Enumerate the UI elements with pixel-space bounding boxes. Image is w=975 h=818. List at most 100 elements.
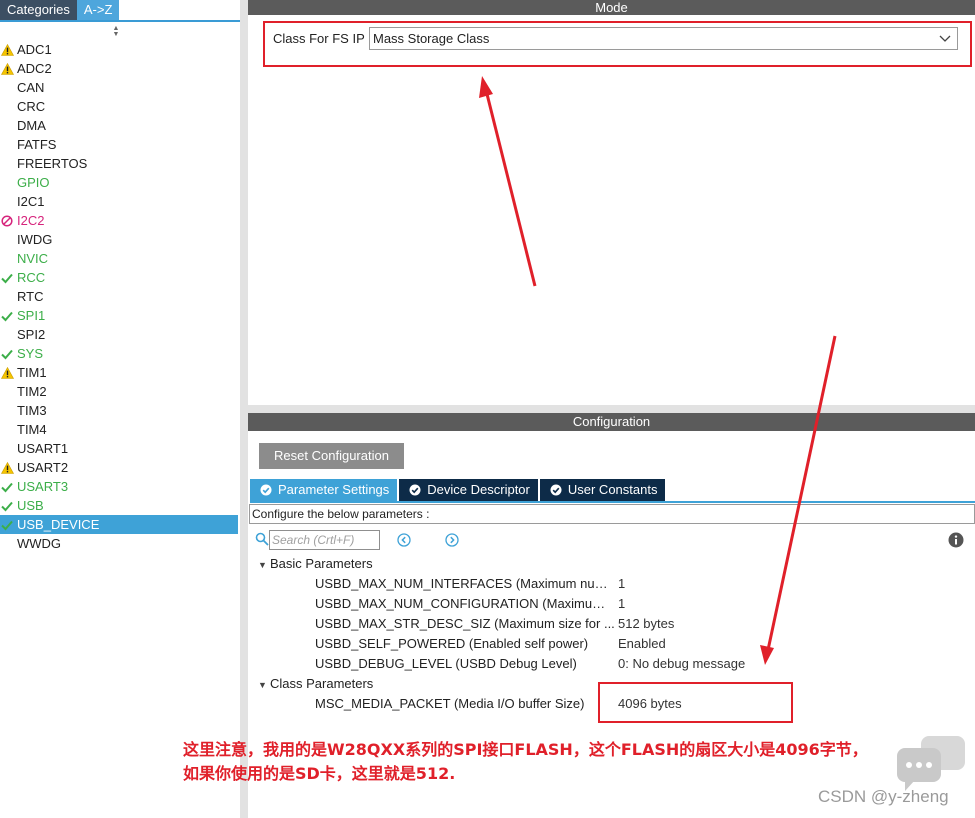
peripheral-label: IWDG [17, 232, 53, 247]
parameter-value[interactable]: 512 bytes [618, 615, 674, 633]
annotation-line-1: 这里注意，我用的是W28QXX系列的SPI接口FLASH，这个FLASH的扇区大… [183, 740, 868, 759]
peripheral-label: RCC [17, 270, 46, 285]
peripheral-label: USART3 [17, 479, 69, 494]
configure-hint: Configure the below parameters : [249, 504, 975, 524]
peripheral-item[interactable]: WWDG [0, 534, 238, 553]
peripheral-label: RTC [17, 289, 44, 304]
tab-categories[interactable]: Categories [0, 0, 77, 20]
peripheral-item[interactable]: USART1 [0, 439, 238, 458]
peripheral-label: CRC [17, 99, 46, 114]
peripheral-item[interactable]: USB_DEVICE [0, 515, 238, 534]
peripheral-label: WWDG [17, 536, 62, 551]
peripheral-label: ADC2 [17, 61, 52, 76]
parameter-name[interactable]: USBD_DEBUG_LEVEL (USBD Debug Level) [315, 655, 615, 673]
tab-label: User Constants [567, 482, 658, 497]
peripheral-item[interactable]: SYS [0, 344, 238, 363]
peripheral-item[interactable]: TIM4 [0, 420, 238, 439]
search-icon [255, 532, 269, 546]
annotation-note: 这里注意，我用的是W28QXX系列的SPI接口FLASH，这个FLASH的扇区大… [183, 738, 923, 786]
peripheral-item[interactable]: USART2 [0, 458, 238, 477]
reset-configuration-button[interactable]: Reset Configuration [259, 443, 404, 469]
peripheral-item[interactable]: IWDG [0, 230, 238, 249]
group-label: Class Parameters [270, 676, 374, 691]
peripheral-label: GPIO [17, 175, 50, 190]
peripheral-label: USB [17, 498, 44, 513]
peripheral-item[interactable]: DMA [0, 116, 238, 135]
parameter-name[interactable]: MSC_MEDIA_PACKET (Media I/O buffer Size) [315, 695, 615, 713]
info-icon[interactable] [948, 532, 964, 548]
check-icon [0, 515, 14, 534]
annotation-line-2: 如果你使用的是SD卡，这里就是512. [183, 764, 456, 783]
peripheral-item[interactable]: USART3 [0, 477, 238, 496]
peripheral-label: I2C1 [17, 194, 45, 209]
tab-user-constants[interactable]: User Constants [539, 479, 666, 501]
check-icon [0, 496, 14, 515]
sort-icon[interactable]: ▲ ▼ [111, 25, 121, 38]
parameter-value[interactable]: 0: No debug message [618, 655, 745, 673]
check-icon [0, 268, 14, 287]
check-icon [0, 306, 14, 325]
peripheral-item[interactable]: TIM3 [0, 401, 238, 420]
parameter-value[interactable]: Enabled [618, 635, 666, 653]
peripheral-item[interactable]: ADC2 [0, 59, 238, 78]
peripheral-label: CAN [17, 80, 45, 95]
class-parameters-group[interactable]: ▼ Class Parameters [258, 675, 373, 693]
previous-icon[interactable] [397, 533, 411, 547]
check-circle-icon [409, 484, 421, 496]
next-icon[interactable] [445, 533, 459, 547]
peripheral-item[interactable]: RCC [0, 268, 238, 287]
peripheral-item[interactable]: SPI1 [0, 306, 238, 325]
tab-a-to-z[interactable]: A->Z [76, 0, 120, 20]
check-circle-icon [260, 484, 272, 496]
peripheral-item[interactable]: FATFS [0, 135, 238, 154]
parameter-name[interactable]: USBD_MAX_NUM_CONFIGURATION (Maximum ... [315, 595, 615, 613]
left-tabs: Categories A->Z [0, 0, 240, 22]
peripheral-item[interactable]: TIM1 [0, 363, 238, 382]
parameter-value[interactable]: 1 [618, 575, 625, 593]
peripheral-item[interactable]: CRC [0, 97, 238, 116]
peripheral-item[interactable]: RTC [0, 287, 238, 306]
vertical-splitter[interactable] [240, 0, 248, 818]
tab-parameter-settings[interactable]: Parameter Settings [250, 479, 398, 501]
tab-label: Device Descriptor [427, 482, 530, 497]
group-label: Basic Parameters [270, 556, 373, 571]
peripheral-item[interactable]: SPI2 [0, 325, 238, 344]
peripheral-item[interactable]: NVIC [0, 249, 238, 268]
tab-device-descriptor[interactable]: Device Descriptor [399, 479, 538, 501]
peripheral-label: TIM2 [17, 384, 47, 399]
configuration-header: Configuration [248, 413, 975, 431]
horizontal-splitter[interactable] [248, 405, 975, 413]
annotation-box-mode [263, 21, 972, 67]
peripheral-label: TIM4 [17, 422, 47, 437]
peripheral-label: I2C2 [17, 213, 45, 228]
parameter-name[interactable]: USBD_MAX_NUM_INTERFACES (Maximum num... [315, 575, 615, 593]
warning-icon [0, 59, 14, 78]
peripheral-item[interactable]: I2C2 [0, 211, 238, 230]
peripheral-label: SPI2 [17, 327, 46, 342]
peripheral-item[interactable]: I2C1 [0, 192, 238, 211]
parameter-name[interactable]: USBD_SELF_POWERED (Enabled self power) [315, 635, 615, 653]
watermark-text: CSDN @y-zheng [818, 787, 949, 806]
caret-down-icon: ▼ [258, 680, 267, 690]
tab-underline [250, 501, 975, 503]
peripheral-label: TIM3 [17, 403, 47, 418]
warning-icon [0, 458, 14, 477]
peripheral-label: TIM1 [17, 365, 47, 380]
peripheral-label: SPI1 [17, 308, 46, 323]
parameter-name[interactable]: USBD_MAX_STR_DESC_SIZ (Maximum size for … [315, 615, 615, 633]
chat-bubble-icon [897, 736, 965, 791]
peripheral-item[interactable]: TIM2 [0, 382, 238, 401]
peripheral-list: ADC1 ADC2 CAN CRC DMA FATFS FREERTOS GPIO I2C1 I2… [0, 40, 238, 553]
search-input[interactable] [269, 530, 380, 550]
basic-parameters-group[interactable]: ▼ Basic Parameters [258, 555, 373, 573]
peripheral-label: USB_DEVICE [17, 517, 100, 532]
peripheral-item[interactable]: USB [0, 496, 238, 515]
peripheral-item[interactable]: GPIO [0, 173, 238, 192]
peripheral-label: USART1 [17, 441, 69, 456]
tab-label: Parameter Settings [278, 482, 390, 497]
peripheral-item[interactable]: ADC1 [0, 40, 238, 59]
peripheral-item[interactable]: CAN [0, 78, 238, 97]
mode-header: Mode [248, 0, 975, 15]
parameter-value[interactable]: 1 [618, 595, 625, 613]
peripheral-item[interactable]: FREERTOS [0, 154, 238, 173]
